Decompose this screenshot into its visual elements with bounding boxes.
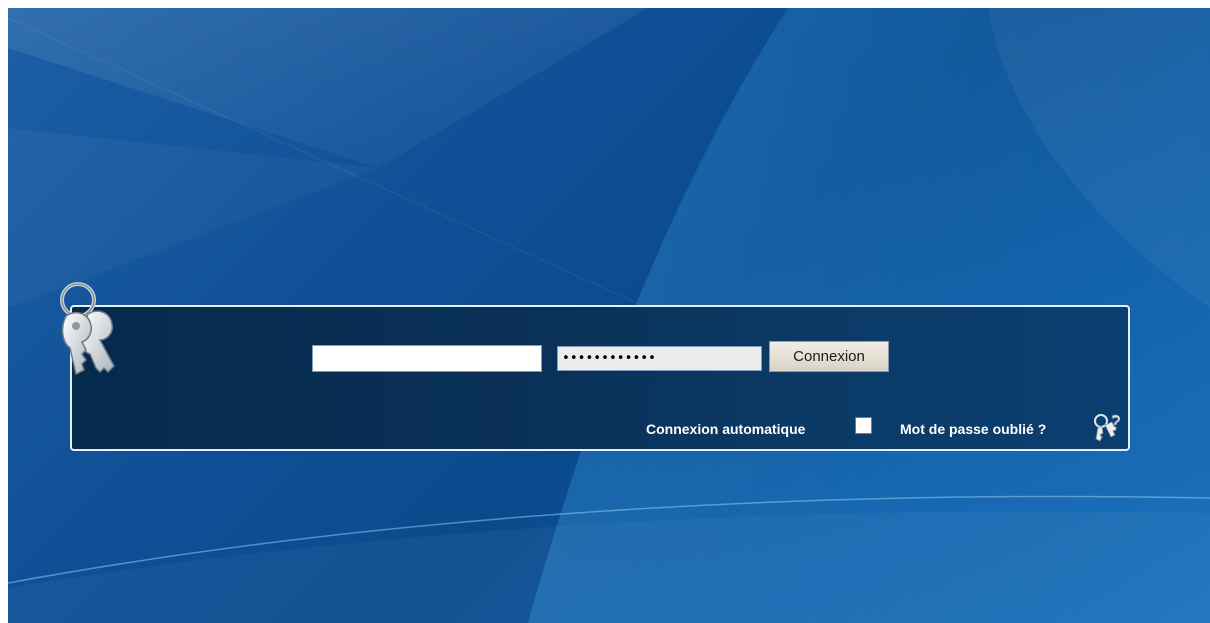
login-button[interactable]: Connexion [769,341,889,372]
username-input[interactable] [312,345,542,372]
auto-login-label: Connexion automatique [646,421,806,437]
keys-question-icon[interactable] [1092,413,1122,443]
forgot-password-link[interactable]: Mot de passe oublié ? [900,421,1046,437]
password-input[interactable] [557,346,762,371]
auto-login-checkbox[interactable] [855,417,872,434]
keys-icon [60,282,115,376]
